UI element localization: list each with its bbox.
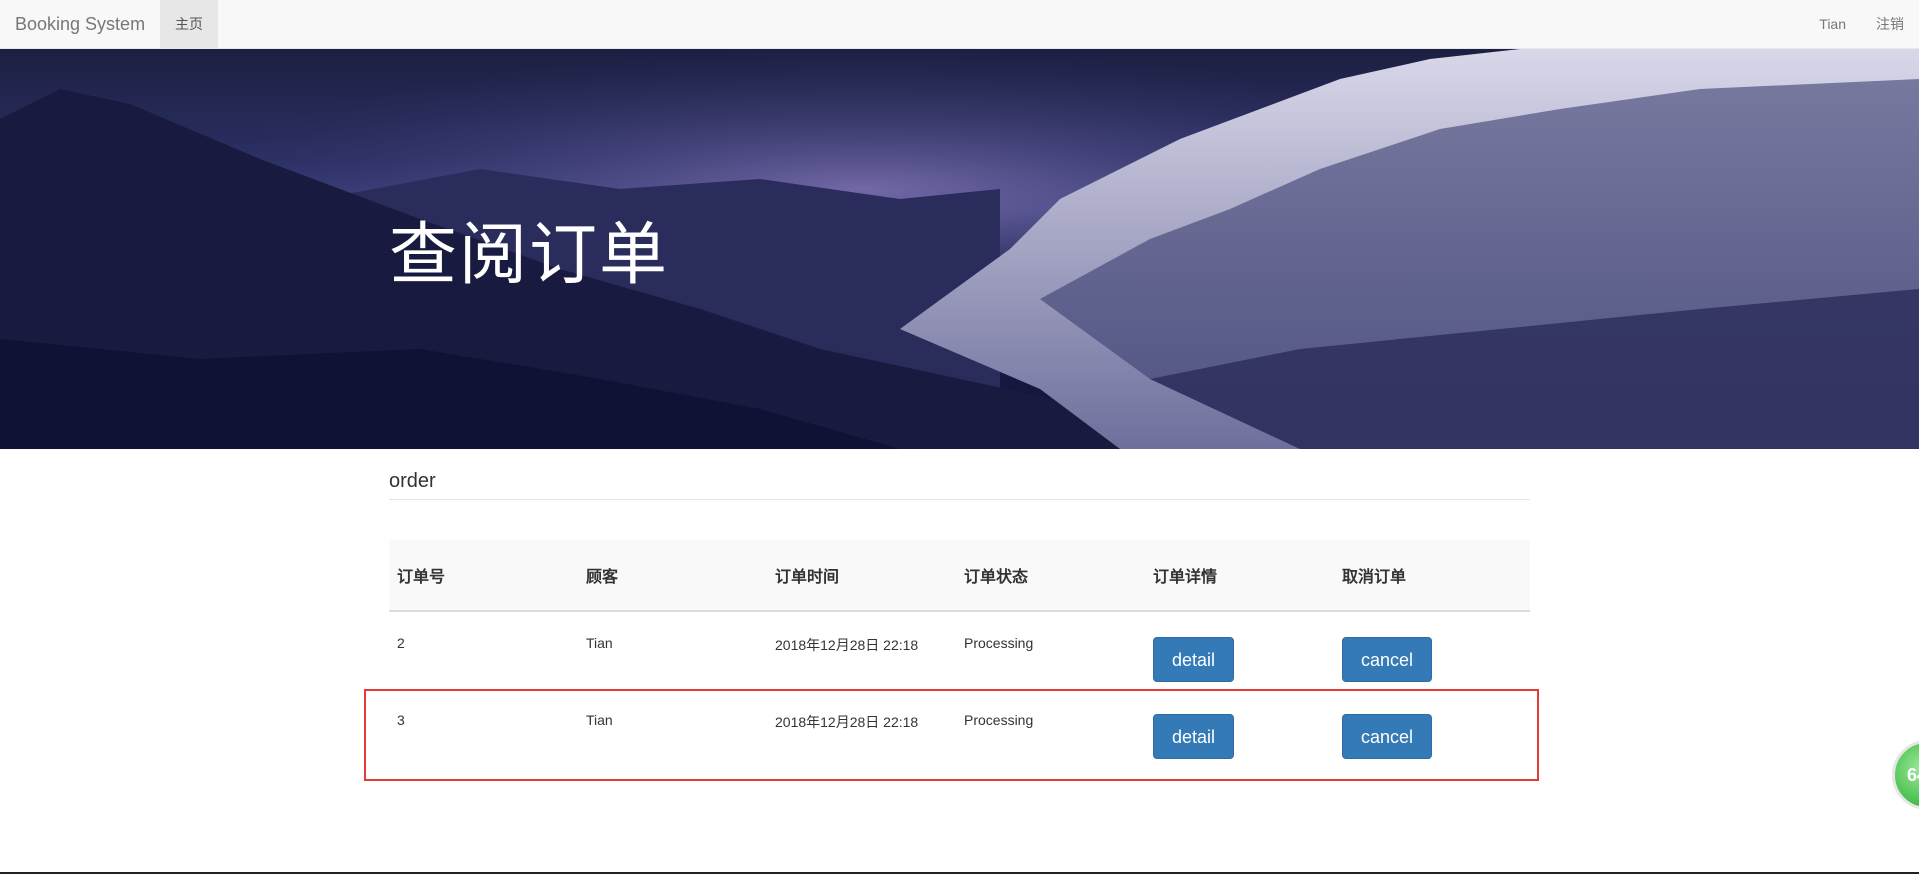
table-row: 2 Tian 2018年12月28日 22:18 Processing deta…	[389, 611, 1530, 689]
table-header-row: 订单号 顾客 订单时间 订单状态 订单详情 取消订单	[389, 540, 1530, 612]
column-header-order-status: 订单状态	[956, 540, 1145, 612]
nav-logout-link[interactable]: 注销	[1876, 0, 1904, 49]
column-header-cancel-order: 取消订单	[1334, 540, 1530, 612]
row-highlight-box	[364, 689, 1539, 781]
column-header-order-id: 订单号	[389, 540, 578, 612]
widget-text: 64	[1907, 765, 1919, 785]
nav-home-link[interactable]: 主页	[160, 0, 218, 49]
floating-speed-widget[interactable]: 64	[1892, 740, 1919, 810]
hero-title: 查阅订单	[389, 216, 670, 295]
mountain-background-image	[0, 49, 1919, 449]
column-header-order-time: 订单时间	[767, 540, 956, 612]
nav-user-link[interactable]: Tian	[1819, 0, 1846, 49]
section-title: order	[389, 470, 1530, 500]
brand-link[interactable]: Booking System	[15, 0, 145, 49]
orders-section: order 订单号 顾客 订单时间 订单状态 订单详情 取消订单 2 Tian …	[389, 470, 1530, 759]
customer-cell: Tian	[586, 635, 613, 651]
nav-right-group: Tian 注销	[1819, 0, 1904, 49]
hero-banner: 查阅订单	[0, 49, 1919, 449]
order-status-cell: Processing	[964, 635, 1034, 651]
column-header-order-detail: 订单详情	[1145, 540, 1334, 612]
detail-button[interactable]: detail	[1153, 637, 1235, 682]
detail-cell: detail	[1145, 611, 1334, 689]
column-header-customer: 顾客	[578, 540, 767, 612]
cancel-button[interactable]: cancel	[1342, 637, 1433, 682]
top-navbar: Booking System 主页 Tian 注销	[0, 0, 1919, 49]
order-id-cell: 2	[397, 635, 405, 651]
order-time-cell: 2018年12月28日 22:18	[775, 637, 919, 653]
cancel-cell: cancel	[1334, 611, 1530, 689]
